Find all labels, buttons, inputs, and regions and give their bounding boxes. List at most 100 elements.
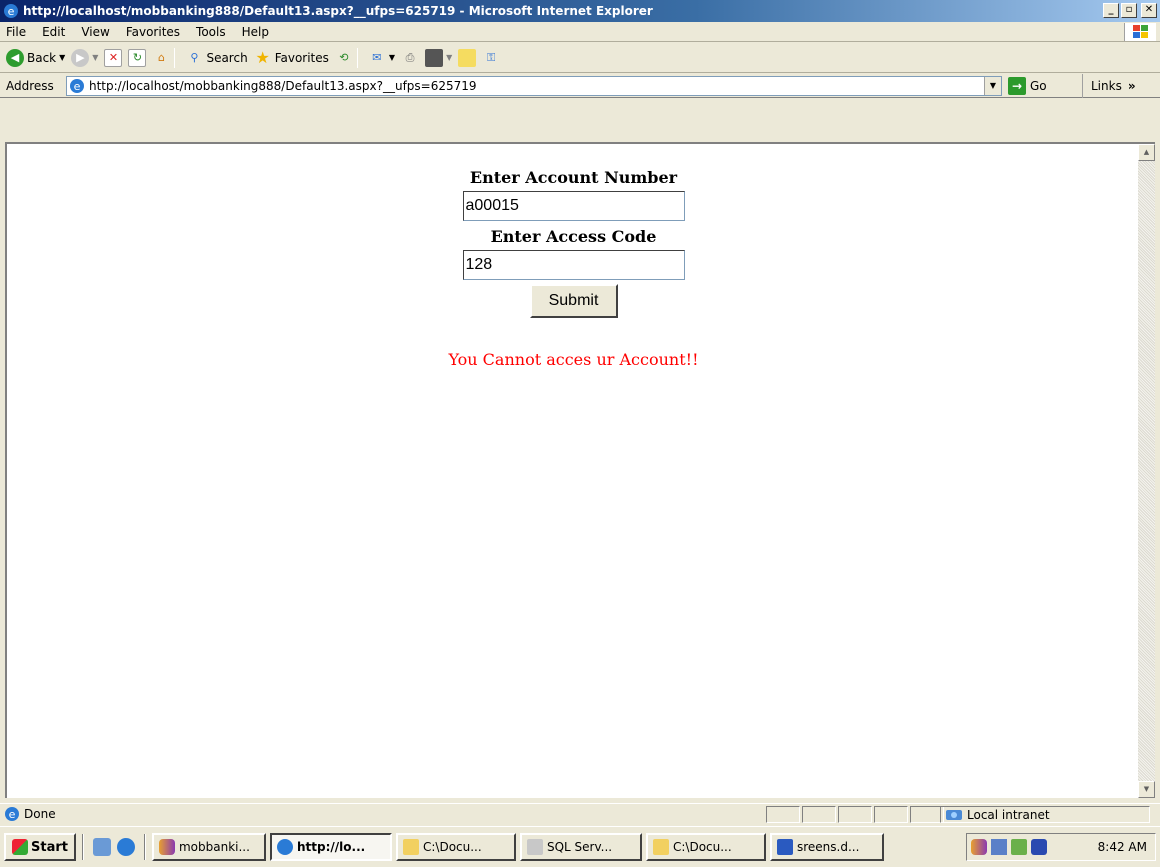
svg-text:e: e — [8, 5, 15, 18]
history-button[interactable]: ⟲ — [335, 49, 353, 67]
scroll-down-button[interactable]: ▼ — [1138, 781, 1155, 798]
search-label: Search — [206, 50, 248, 65]
security-zone[interactable]: Local intranet — [940, 806, 1150, 823]
task-word-doc[interactable]: sreens.d... — [769, 833, 884, 861]
quicklaunch-desktop-icon[interactable] — [92, 838, 111, 856]
back-arrow-icon: ◀ — [6, 48, 24, 67]
menu-file[interactable]: File — [0, 25, 34, 39]
intranet-icon — [946, 809, 962, 820]
tray-shield-icon[interactable] — [1031, 839, 1047, 855]
ie-icon — [276, 839, 293, 855]
status-pane — [802, 806, 836, 823]
status-bar: e Done Local intranet — [0, 803, 1160, 824]
window-title: http://localhost/mobbanking888/Default13… — [23, 4, 653, 18]
maximize-button[interactable]: ▫ — [1121, 3, 1137, 18]
task-label: http://lo... — [296, 840, 366, 854]
links-button[interactable]: Links » — [1082, 74, 1136, 98]
zone-label: Local intranet — [967, 807, 1050, 822]
sql-server-icon — [526, 839, 543, 855]
status-pane — [910, 806, 944, 823]
edit-button[interactable]: ▼ — [425, 48, 452, 67]
status-pane — [874, 806, 908, 823]
account-number-field[interactable]: a00015 — [462, 191, 685, 221]
windows-logo-icon — [1124, 23, 1156, 41]
login-form: Enter Account Number a00015 Enter Access… — [7, 168, 1140, 369]
address-url: http://localhost/mobbanking888/Default13… — [89, 79, 477, 93]
title-bar[interactable]: e http://localhost/mobbanking888/Default… — [0, 0, 1160, 22]
edit-icon — [425, 48, 444, 67]
standard-toolbar: ◀ Back ▼ ▶ ▼ ✕ ↻ ⌂ ⚲ Search ★ Favorites … — [0, 43, 1160, 73]
task-folder-1[interactable]: C:\Docu... — [395, 833, 516, 861]
discuss-button[interactable] — [458, 48, 477, 67]
mail-icon: ✉ — [372, 51, 382, 64]
mail-button[interactable]: ✉ ▼ — [368, 49, 395, 67]
back-button[interactable]: ◀ Back ▼ — [6, 48, 65, 67]
taskbar: Start mobbanki... http://lo... C:\Docu..… — [0, 826, 1160, 867]
chevron-down-icon[interactable]: ▼ — [59, 53, 65, 62]
status-pane — [838, 806, 872, 823]
vertical-scrollbar[interactable]: ▲ ▼ — [1138, 142, 1155, 798]
svg-text:e: e — [9, 808, 16, 821]
history-icon: ⟲ — [339, 51, 349, 64]
task-label: mobbanki... — [178, 840, 250, 854]
stop-icon: ✕ — [104, 48, 123, 67]
folder-icon — [402, 839, 419, 855]
quicklaunch-ie-icon[interactable] — [116, 838, 135, 856]
forward-button[interactable]: ▶ ▼ — [71, 48, 98, 67]
chevron-right-icon: » — [1127, 79, 1136, 93]
task-ie[interactable]: http://lo... — [269, 833, 392, 861]
go-button[interactable]: → Go — [1008, 77, 1047, 95]
task-label: C:\Docu... — [422, 840, 482, 854]
page-done-icon: e — [5, 807, 19, 821]
favorites-label: Favorites — [274, 50, 329, 65]
task-label: C:\Docu... — [672, 840, 732, 854]
tray-media-icon[interactable] — [1011, 839, 1027, 855]
tray-network-icon[interactable] — [991, 839, 1007, 855]
address-input[interactable]: e http://localhost/mobbanking888/Default… — [66, 76, 1002, 96]
account-number-label: Enter Account Number — [469, 168, 678, 187]
status-text: Done — [24, 807, 56, 821]
minimize-button[interactable]: _ — [1103, 3, 1119, 18]
menu-bar: File Edit View Favorites Tools Help — [0, 22, 1160, 42]
home-button[interactable]: ⌂ — [152, 49, 170, 67]
task-folder-2[interactable]: C:\Docu... — [645, 833, 766, 861]
ie-icon: e — [4, 4, 18, 18]
access-code-field[interactable]: 128 — [462, 250, 685, 280]
favorites-button[interactable]: ★ Favorites — [254, 48, 329, 67]
back-label: Back — [27, 50, 57, 65]
menu-edit[interactable]: Edit — [34, 25, 73, 39]
visual-studio-icon — [158, 839, 175, 855]
menu-favorites[interactable]: Favorites — [118, 25, 188, 39]
system-tray: 8:42 AM — [966, 833, 1156, 861]
error-message: You Cannot acces ur Account!! — [448, 350, 699, 369]
address-bar: Address e http://localhost/mobbanking888… — [0, 74, 1160, 98]
task-mobbanking[interactable]: mobbanki... — [151, 833, 266, 861]
start-button[interactable]: Start — [4, 833, 76, 861]
menu-view[interactable]: View — [73, 25, 117, 39]
research-button[interactable]: ⚿ — [482, 49, 500, 67]
links-label: Links — [1091, 79, 1122, 93]
stop-button[interactable]: ✕ — [104, 48, 123, 67]
close-button[interactable]: ✕ — [1141, 3, 1157, 18]
menu-help[interactable]: Help — [234, 25, 277, 39]
refresh-icon: ↻ — [128, 48, 147, 67]
submit-button[interactable]: Submit — [529, 284, 618, 318]
print-button[interactable]: ⎙ — [401, 49, 419, 67]
go-label: Go — [1030, 79, 1047, 93]
menu-tools[interactable]: Tools — [188, 25, 234, 39]
page-content: Enter Account Number a00015 Enter Access… — [5, 142, 1138, 798]
address-dropdown-button[interactable]: ▼ — [984, 77, 1001, 95]
home-icon: ⌂ — [157, 51, 165, 64]
search-icon: ⚲ — [190, 51, 199, 64]
forward-arrow-icon: ▶ — [71, 48, 90, 67]
note-icon — [458, 48, 477, 67]
access-code-label: Enter Access Code — [490, 227, 657, 246]
scroll-up-button[interactable]: ▲ — [1138, 144, 1155, 161]
start-label: Start — [31, 839, 68, 855]
task-sql-server[interactable]: SQL Serv... — [519, 833, 642, 861]
refresh-button[interactable]: ↻ — [128, 48, 147, 67]
print-icon: ⎙ — [405, 50, 415, 64]
search-button[interactable]: ⚲ Search — [185, 49, 247, 67]
chevron-down-icon[interactable]: ▼ — [92, 53, 98, 62]
tray-vs-icon[interactable] — [971, 839, 987, 855]
